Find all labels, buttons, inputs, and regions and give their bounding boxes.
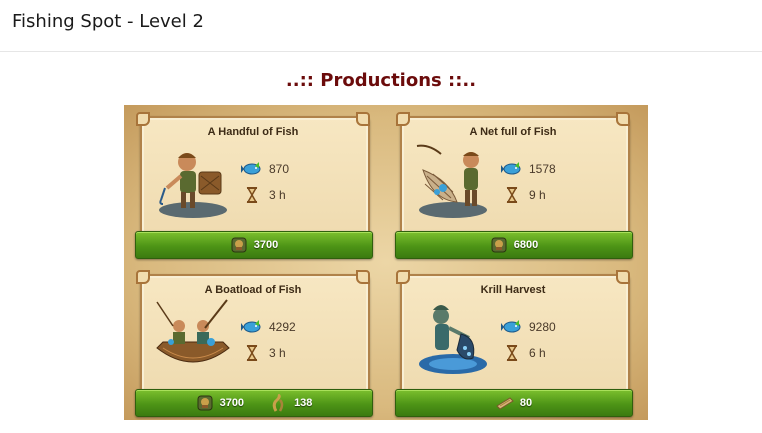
productions-heading: ..:: Productions ::.. <box>285 70 477 91</box>
hourglass-icon <box>506 187 518 203</box>
fish-icon <box>501 162 521 175</box>
cost-item: 3700 <box>230 236 278 254</box>
duration-stat: 3 h <box>241 344 286 362</box>
produce-button[interactable]: 3700 138 <box>135 389 373 417</box>
cost-item: 6800 <box>490 236 538 254</box>
hourglass-icon <box>246 345 258 361</box>
window-title: Fishing Spot - Level 2 <box>12 11 204 32</box>
hourglass-icon <box>506 345 518 361</box>
produce-button[interactable]: 80 <box>395 389 633 417</box>
cost-value: 3700 <box>219 397 245 409</box>
cost-item: 80 <box>496 394 532 412</box>
output-value: 9280 <box>529 320 556 334</box>
fish-icon <box>241 320 261 333</box>
duration-value: 9 h <box>529 188 546 202</box>
cost-item: 138 <box>270 394 312 412</box>
output-value: 870 <box>269 162 290 176</box>
seaweed-icon <box>272 394 284 412</box>
productions-board: A Handful of Fish 870 3 h 3700 A Net ful… <box>124 105 648 420</box>
production-card-net[interactable]: A Net full of Fish 1578 9 h 6800 <box>395 110 633 259</box>
krill-harvester-icon <box>419 305 487 374</box>
output-stat: 1578 <box>501 160 556 178</box>
fisherman-net-icon <box>416 144 487 218</box>
cost-value: 138 <box>294 397 313 409</box>
card-corner <box>356 112 370 126</box>
duration-value: 3 h <box>269 188 286 202</box>
duration-stat: 9 h <box>501 186 546 204</box>
supplies-icon <box>491 237 507 253</box>
produce-button[interactable]: 6800 <box>395 231 633 259</box>
card-corner <box>356 270 370 284</box>
fish-icon <box>501 320 521 333</box>
cost-value: 80 <box>519 397 533 409</box>
output-stat: 9280 <box>501 318 556 336</box>
fisherman-basket-icon <box>159 153 227 218</box>
cost-value: 6800 <box>513 239 539 251</box>
production-title: Krill Harvest <box>480 284 546 296</box>
plank-icon <box>496 397 514 410</box>
duration-stat: 6 h <box>501 344 546 362</box>
cost-value: 3700 <box>253 239 279 251</box>
cost-item: 3700 <box>196 394 244 412</box>
supplies-icon <box>231 237 247 253</box>
output-stat: 4292 <box>241 318 296 336</box>
card-corner <box>396 270 410 284</box>
production-title: A Net full of Fish <box>469 126 557 138</box>
production-card-handful[interactable]: A Handful of Fish 870 3 h 3700 <box>135 110 373 259</box>
hourglass-icon <box>246 187 258 203</box>
production-title: A Boatload of Fish <box>204 284 302 296</box>
output-value: 4292 <box>269 320 296 334</box>
card-corner <box>396 112 410 126</box>
supplies-icon <box>197 395 213 411</box>
production-card-boatload[interactable]: A Boatload of Fish 4292 3 h 3700 138 <box>135 268 373 417</box>
output-stat: 870 <box>241 160 289 178</box>
card-corner <box>616 270 630 284</box>
production-title: A Handful of Fish <box>207 126 299 138</box>
window-header: Fishing Spot - Level 2 <box>0 0 762 52</box>
card-corner <box>136 270 150 284</box>
output-value: 1578 <box>529 162 556 176</box>
duration-value: 3 h <box>269 346 286 360</box>
duration-stat: 3 h <box>241 186 286 204</box>
fishing-boat-icon <box>156 299 230 363</box>
production-card-krill[interactable]: Krill Harvest 9280 6 h 80 <box>395 268 633 417</box>
fish-icon <box>241 162 261 175</box>
produce-button[interactable]: 3700 <box>135 231 373 259</box>
card-corner <box>136 112 150 126</box>
card-corner <box>616 112 630 126</box>
duration-value: 6 h <box>529 346 546 360</box>
